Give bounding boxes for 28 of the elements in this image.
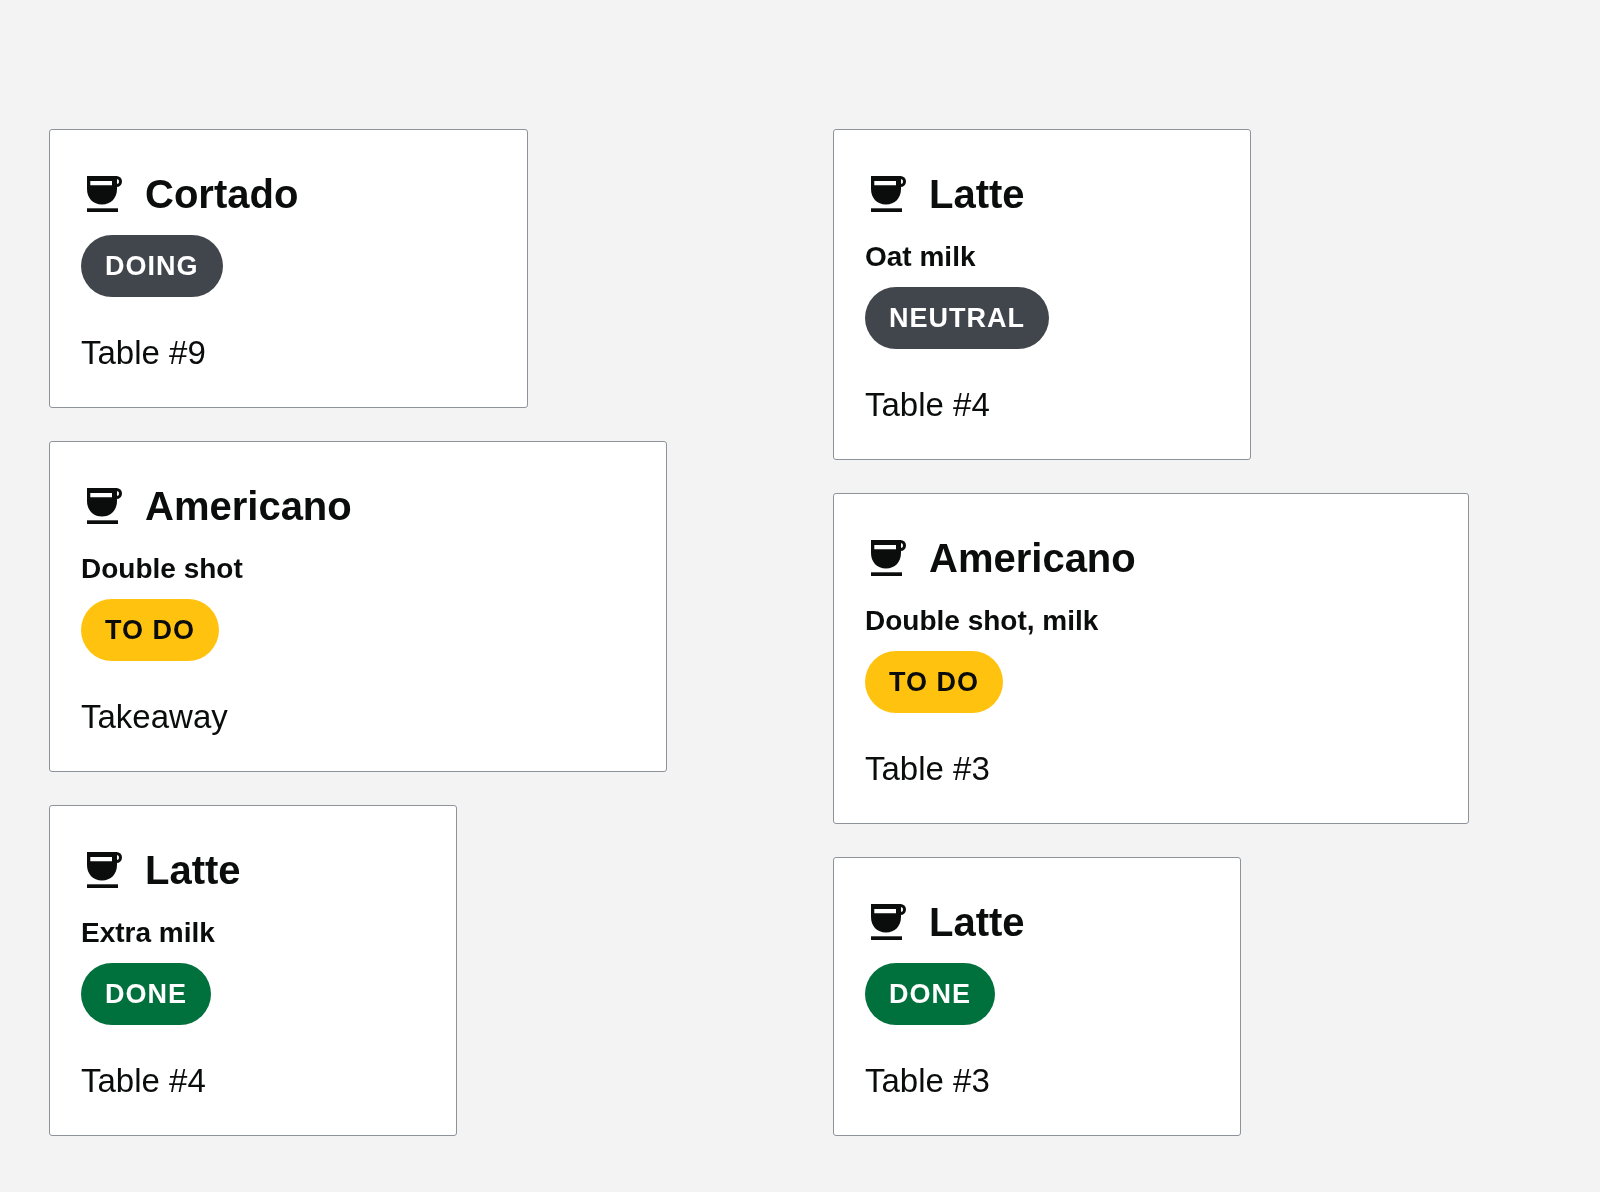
status-tag: DONE (865, 963, 995, 1025)
order-note: Double shot, milk (865, 604, 1099, 638)
coffee-cup-icon (87, 176, 122, 212)
order-location: Takeaway (81, 697, 228, 737)
status-tag: NEUTRAL (865, 287, 1049, 349)
order-note: Double shot (81, 552, 243, 586)
drink-name: Americano (145, 483, 352, 530)
coffee-cup-icon (871, 176, 906, 212)
status-tag: TO DO (81, 599, 219, 661)
order-note: Oat milk (865, 240, 976, 274)
coffee-cup-icon (871, 904, 906, 940)
drink-name: Latte (929, 899, 1025, 946)
drink-name: Latte (145, 847, 241, 894)
order-location: Table #9 (81, 333, 206, 373)
order-location: Table #4 (865, 385, 990, 425)
order-note: Extra milk (81, 916, 215, 950)
coffee-cup-icon (87, 488, 122, 524)
coffee-cup-icon (871, 540, 906, 576)
order-location: Table #3 (865, 1061, 990, 1101)
order-location: Table #3 (865, 749, 990, 789)
drink-name: Americano (929, 535, 1136, 582)
order-location: Table #4 (81, 1061, 206, 1101)
coffee-cup-icon (87, 852, 122, 888)
status-tag: DONE (81, 963, 211, 1025)
drink-name: Latte (929, 171, 1025, 218)
status-tag: TO DO (865, 651, 1003, 713)
status-tag: DOING (81, 235, 223, 297)
drink-name: Cortado (145, 171, 299, 218)
